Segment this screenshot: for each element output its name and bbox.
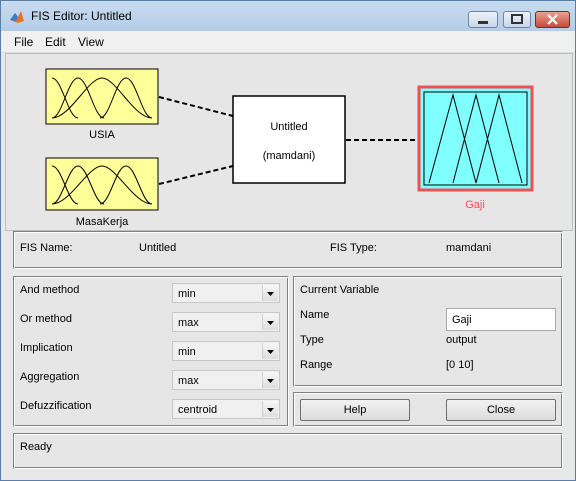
- or-method-label: Or method: [20, 313, 72, 325]
- title-bar: FIS Editor: Untitled: [1, 1, 575, 31]
- variable-type-label: Type: [300, 334, 324, 346]
- variable-name-label: Name: [300, 309, 330, 321]
- menu-bar: File Edit View: [1, 31, 575, 53]
- output-block-gaji[interactable]: [417, 85, 534, 192]
- methods-panel: And method min Or method max Implication…: [13, 276, 289, 427]
- menu-edit[interactable]: Edit: [45, 35, 66, 49]
- variable-range-value: [0 10]: [446, 359, 474, 371]
- defuzzification-value: centroid: [178, 404, 218, 416]
- system-block[interactable]: [232, 95, 346, 184]
- output-label-gaji: Gaji: [465, 199, 485, 211]
- fis-diagram: USIA MasaKerja Untitled (mamdani) Gaji: [5, 53, 573, 231]
- chevron-down-icon: [262, 401, 278, 417]
- fis-name-label: FIS Name:: [20, 242, 73, 254]
- and-method-label: And method: [20, 284, 80, 296]
- maximize-icon: [511, 14, 523, 24]
- matlab-icon: [10, 11, 24, 23]
- variable-name-value: Gaji: [452, 314, 472, 326]
- status-text: Ready: [20, 441, 52, 453]
- implication-select[interactable]: min: [172, 341, 280, 361]
- fis-type-label: FIS Type:: [330, 242, 377, 254]
- input-block-masakerja[interactable]: [45, 157, 159, 211]
- variable-range-label: Range: [300, 359, 333, 371]
- aggregation-value: max: [178, 375, 199, 387]
- variable-type-value: output: [446, 334, 477, 346]
- close-window-button[interactable]: [535, 11, 570, 28]
- and-method-select[interactable]: min: [172, 283, 280, 303]
- aggregation-label: Aggregation: [20, 371, 80, 383]
- menu-file[interactable]: File: [14, 35, 33, 49]
- close-icon: [547, 14, 558, 25]
- window-title: FIS Editor: Untitled: [31, 9, 132, 23]
- fis-info-panel: FIS Name: Untitled FIS Type: mamdani: [13, 231, 563, 269]
- fis-editor-window: FIS Editor: Untitled File Edit View USIA: [0, 0, 576, 481]
- connector-masakerja: [158, 165, 234, 185]
- minimize-button[interactable]: [468, 11, 498, 28]
- chevron-down-icon: [262, 314, 278, 330]
- input-block-usia[interactable]: [45, 68, 159, 125]
- chevron-down-icon: [262, 285, 278, 301]
- current-variable-panel: Current Variable Name Gaji Type output R…: [293, 276, 563, 387]
- current-variable-heading: Current Variable: [300, 284, 380, 296]
- close-button[interactable]: Close: [446, 399, 556, 421]
- aggregation-select[interactable]: max: [172, 370, 280, 390]
- chevron-down-icon: [262, 372, 278, 388]
- buttons-panel: Help Close: [293, 392, 563, 427]
- menu-view[interactable]: View: [78, 35, 104, 49]
- implication-value: min: [178, 346, 196, 358]
- system-type: (mamdani): [263, 150, 316, 162]
- fis-type-value: mamdani: [446, 242, 492, 254]
- or-method-value: max: [178, 317, 199, 329]
- input-label-usia: USIA: [89, 129, 115, 141]
- input-label-masakerja: MasaKerja: [76, 216, 129, 228]
- system-name: Untitled: [270, 121, 307, 133]
- status-panel: Ready: [13, 433, 563, 469]
- chevron-down-icon: [262, 343, 278, 359]
- or-method-select[interactable]: max: [172, 312, 280, 332]
- and-method-value: min: [178, 288, 196, 300]
- help-button[interactable]: Help: [300, 399, 410, 421]
- variable-name-input[interactable]: Gaji: [446, 308, 556, 331]
- connector-usia: [158, 96, 234, 117]
- implication-label: Implication: [20, 342, 73, 354]
- defuzzification-label: Defuzzification: [20, 400, 92, 412]
- maximize-button[interactable]: [503, 11, 531, 28]
- defuzzification-select[interactable]: centroid: [172, 399, 280, 419]
- fis-name-value: Untitled: [139, 242, 177, 254]
- minimize-icon: [478, 21, 488, 24]
